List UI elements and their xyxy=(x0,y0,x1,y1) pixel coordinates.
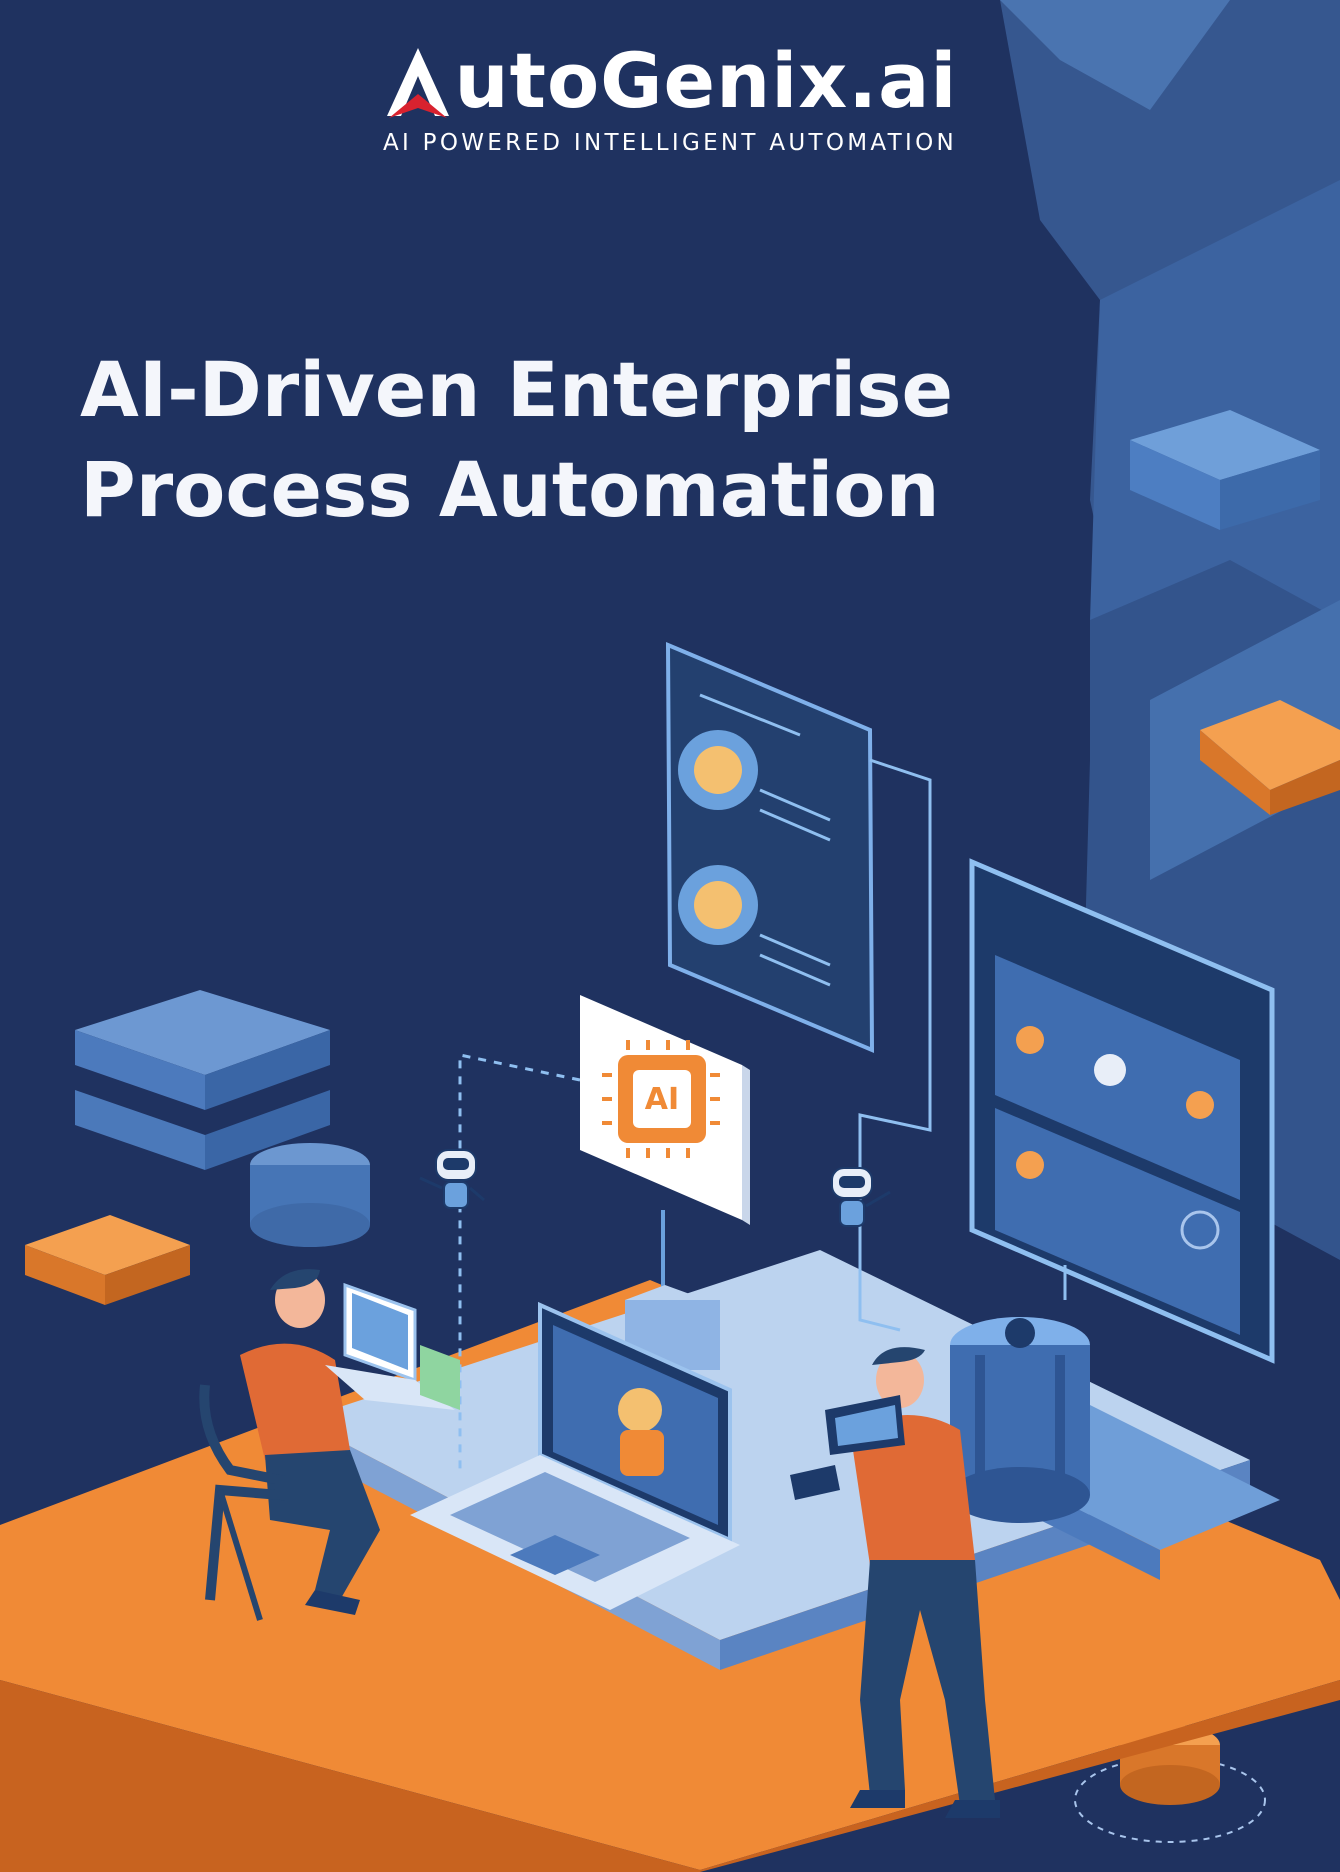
page-title: AI-Driven Enterprise Process Automation xyxy=(80,340,980,540)
robot-left xyxy=(419,1149,485,1209)
brand-tagline: AI POWERED INTELLIGENT AUTOMATION xyxy=(382,130,958,156)
illustration xyxy=(0,0,1340,1872)
brand-name: utoGenix.ai xyxy=(454,36,958,125)
blue-stacks-left xyxy=(75,990,370,1247)
brand-header: utoGenix.ai AI POWERED INTELLIGENT AUTOM… xyxy=(0,40,1340,157)
ai-chip-label: AI xyxy=(644,1082,680,1117)
robot-right xyxy=(831,1167,891,1227)
logo: utoGenix.ai xyxy=(383,40,958,122)
orange-box-left xyxy=(25,1215,190,1305)
panel-top xyxy=(665,641,875,1054)
logo-a-icon xyxy=(386,48,449,118)
poster: utoGenix.ai AI POWERED INTELLIGENT AUTOM… xyxy=(0,0,1340,1872)
cylinder-device xyxy=(950,1317,1090,1523)
title-line-1: AI-Driven Enterprise xyxy=(80,345,953,434)
title-line-2: Process Automation xyxy=(80,445,940,534)
